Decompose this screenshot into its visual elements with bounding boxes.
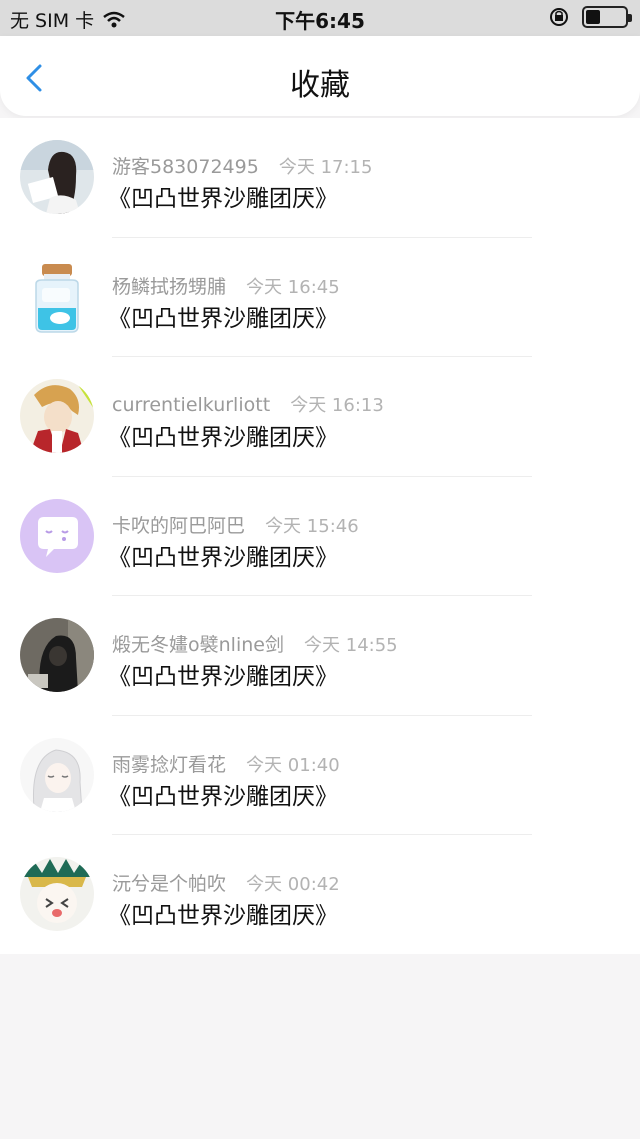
item-meta: 煅无冬嫿o襞nline剑 今天 14:55 (112, 630, 398, 657)
navigation-bar: 收藏 (0, 36, 640, 116)
list-item[interactable]: 杨鳞拭扬甥脯 今天 16:45 《凹凸世界沙雕团厌》 (0, 238, 640, 357)
list-item[interactable]: 煅无冬嫿o襞nline剑 今天 14:55 《凹凸世界沙雕团厌》 (0, 596, 640, 716)
item-title[interactable]: 《凹凸世界沙雕团厌》 (108, 896, 338, 930)
username: 卡吹的阿巴阿巴 (112, 514, 246, 537)
status-time: 下午6:45 (275, 9, 365, 33)
item-title[interactable]: 《凹凸世界沙雕团厌》 (108, 538, 338, 572)
username: 煅无冬嫿o襞nline剑 (112, 634, 284, 656)
list-item[interactable]: 雨雾捻灯看花 今天 01:40 《凹凸世界沙雕团厌》 (0, 716, 640, 835)
list-item[interactable]: 卡吹的阿巴阿巴 今天 15:46 《凹凸世界沙雕团厌》 (0, 477, 640, 596)
list-item[interactable]: currentielkurliott 今天 16:13 《凹凸世界沙雕团厌》 (0, 357, 640, 477)
battery-icon (582, 6, 632, 28)
timestamp: 今天 15:46 (265, 515, 359, 537)
page-title: 收藏 (290, 68, 350, 103)
favorites-list: 游客583072495 今天 17:15 《凹凸世界沙雕团厌》 杨鳞拭扬甥脯 今… (0, 118, 640, 954)
avatar[interactable] (20, 140, 94, 214)
avatar[interactable] (20, 379, 94, 453)
item-title[interactable]: 《凹凸世界沙雕团厌》 (108, 418, 338, 452)
list-item[interactable]: 游客583072495 今天 17:15 《凹凸世界沙雕团厌》 (0, 118, 640, 238)
timestamp: 今天 16:13 (290, 395, 384, 416)
username: 游客583072495 (112, 156, 259, 178)
item-title[interactable]: 《凹凸世界沙雕团厌》 (108, 657, 338, 691)
status-right (548, 6, 632, 28)
timestamp: 今天 00:42 (246, 874, 340, 895)
item-title[interactable]: 《凹凸世界沙雕团厌》 (108, 299, 338, 333)
avatar[interactable] (20, 259, 94, 334)
list-item[interactable]: 沅兮是个帕吹 今天 00:42 《凹凸世界沙雕团厌》 (0, 835, 640, 955)
timestamp: 今天 17:15 (278, 157, 373, 178)
item-meta: 卡吹的阿巴阿巴 今天 15:46 (112, 511, 359, 538)
item-title[interactable]: 《凹凸世界沙雕团厌》 (108, 777, 338, 811)
username: 杨鳞拭扬甥脯 (112, 275, 227, 298)
timestamp: 今天 16:45 (246, 276, 340, 298)
item-meta: currentielkurliott 今天 16:13 (112, 391, 384, 417)
username: 沅兮是个帕吹 (112, 873, 227, 895)
item-title[interactable]: 《凹凸世界沙雕团厌》 (108, 179, 338, 213)
timestamp: 今天 01:40 (246, 754, 340, 776)
username: 雨雾捻灯看花 (112, 753, 227, 776)
username: currentielkurliott (112, 394, 271, 416)
item-meta: 雨雾捻灯看花 今天 01:40 (112, 750, 340, 777)
avatar[interactable] (20, 857, 94, 931)
item-meta: 沅兮是个帕吹 今天 00:42 (112, 869, 340, 896)
status-bar: 无 SIM 卡 下午6:45 (0, 0, 640, 36)
item-meta: 游客583072495 今天 17:15 (112, 152, 372, 179)
rotation-lock-icon (550, 8, 568, 26)
avatar[interactable] (20, 618, 94, 692)
item-meta: 杨鳞拭扬甥脯 今天 16:45 (112, 272, 340, 299)
avatar[interactable] (20, 737, 94, 812)
avatar[interactable] (20, 498, 94, 573)
battery-level (586, 10, 600, 24)
timestamp: 今天 14:55 (304, 635, 398, 656)
